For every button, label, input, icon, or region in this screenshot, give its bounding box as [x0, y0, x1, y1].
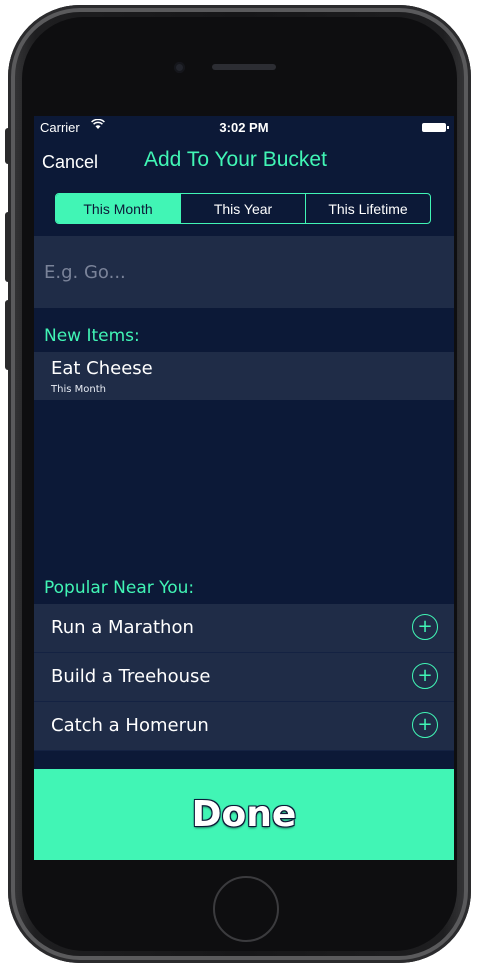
- timeframe-segmented-control: This Month This Year This Lifetime: [55, 193, 431, 224]
- home-button[interactable]: [213, 876, 279, 942]
- volume-up-button: [5, 212, 11, 282]
- segment-this-lifetime[interactable]: This Lifetime: [306, 194, 430, 223]
- battery-icon: [422, 123, 449, 132]
- speaker-grille: [212, 64, 276, 70]
- segment-this-year[interactable]: This Year: [181, 194, 306, 223]
- add-circle-icon[interactable]: +: [412, 614, 438, 640]
- add-circle-icon[interactable]: +: [412, 663, 438, 689]
- done-button[interactable]: Done: [34, 769, 454, 860]
- new-items-header: New Items:: [44, 326, 140, 346]
- popular-header: Popular Near You:: [44, 578, 195, 598]
- segment-this-month[interactable]: This Month: [56, 194, 181, 223]
- page-title: Add To Your Bucket: [144, 148, 327, 171]
- cancel-button[interactable]: Cancel: [42, 152, 98, 173]
- list-item[interactable]: Eat Cheese This Month: [34, 352, 454, 400]
- item-subtitle: This Month: [51, 384, 106, 395]
- camera-icon: [174, 62, 185, 73]
- app-screen: Carrier 3:02 PM Cancel Add To Your Bucke…: [34, 116, 454, 860]
- nav-bar: Cancel Add To Your Bucket: [34, 146, 454, 180]
- status-time: 3:02 PM: [219, 120, 269, 135]
- popular-title: Build a Treehouse: [51, 666, 211, 687]
- item-title: Eat Cheese: [51, 358, 153, 379]
- popular-title: Run a Marathon: [51, 617, 194, 638]
- add-circle-icon[interactable]: +: [412, 712, 438, 738]
- new-item-input-container: [34, 236, 454, 308]
- popular-row[interactable]: Run a Marathon +: [34, 604, 454, 653]
- popular-row[interactable]: Build a Treehouse +: [34, 653, 454, 702]
- new-item-input[interactable]: [44, 256, 444, 288]
- mute-switch: [5, 128, 11, 164]
- volume-down-button: [5, 300, 11, 370]
- status-bar: Carrier 3:02 PM: [34, 116, 454, 140]
- popular-title: Catch a Homerun: [51, 715, 209, 736]
- popular-row[interactable]: Catch a Homerun +: [34, 702, 454, 751]
